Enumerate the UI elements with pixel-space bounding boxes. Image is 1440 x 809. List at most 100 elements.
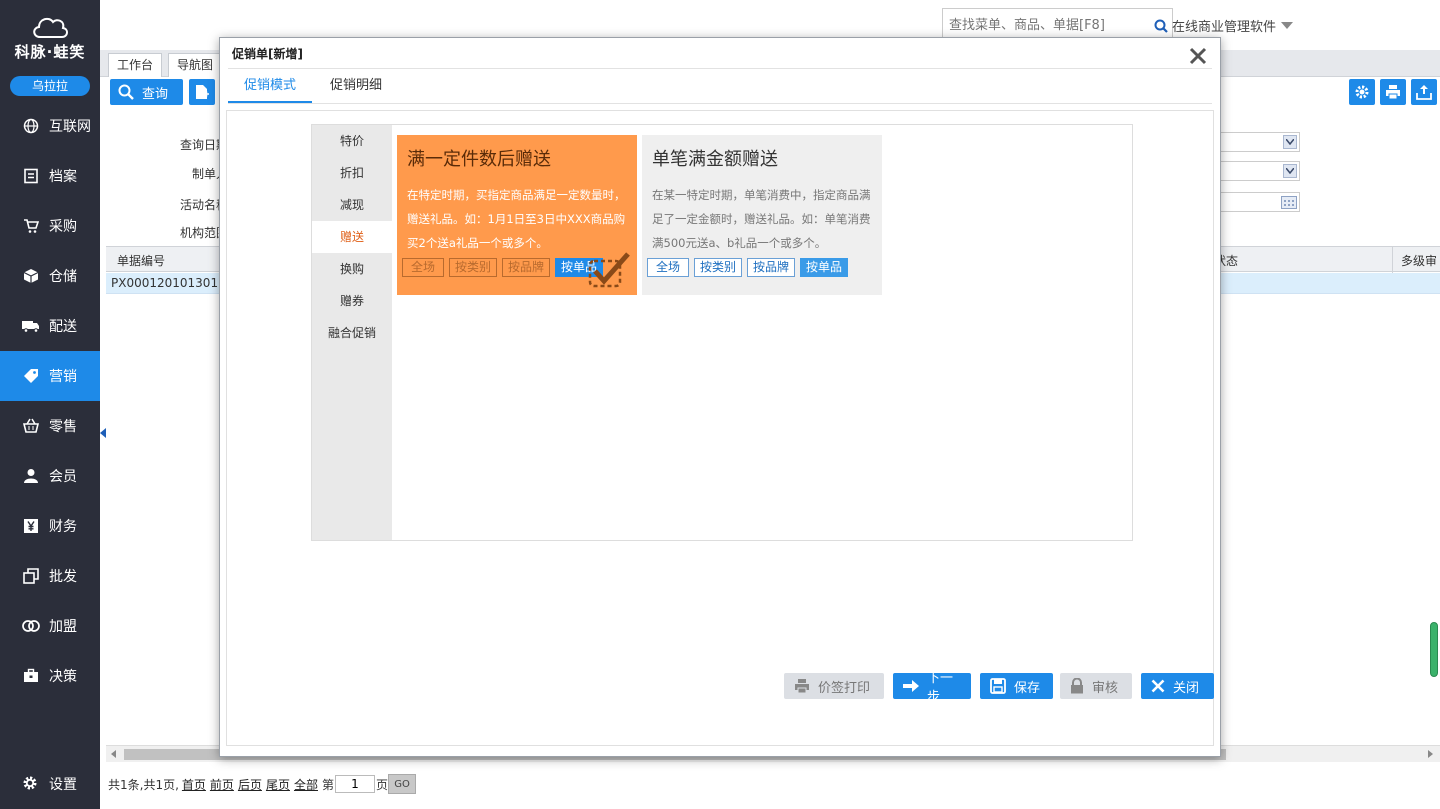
go-button[interactable]: GO (388, 774, 417, 794)
arrow-right-icon (903, 679, 919, 693)
checkmark-icon (588, 252, 630, 288)
pager-page-label: 第 (321, 777, 334, 792)
nav-item-member[interactable]: 会员 (0, 451, 100, 501)
vertical-scrollbar[interactable] (1430, 622, 1438, 677)
filter-select-1[interactable] (1218, 132, 1300, 152)
pager-next[interactable]: 后页 (238, 776, 262, 793)
chevron-down-icon (1281, 22, 1294, 29)
scroll-left-icon[interactable] (111, 750, 116, 758)
page-tab-navigation[interactable]: 导航图 (168, 53, 223, 77)
save-label: 保存 (1014, 680, 1041, 696)
card-quantity-gift[interactable]: 满一定件数后赠送 在特定时期，买指定商品满足一定数量时，赠送礼品。如：1月1日至… (397, 135, 637, 295)
logo: 科脉·蛙笑 (0, 0, 100, 72)
filter-date-picker[interactable] (1218, 192, 1300, 212)
close-icon[interactable] (1188, 46, 1208, 66)
tag-single-item[interactable]: 按单品 (800, 258, 849, 277)
mode-item-exchange[interactable]: 换购 (312, 253, 392, 285)
add-file-icon (196, 85, 209, 99)
cloud-icon (33, 17, 68, 38)
tab-promotion-detail[interactable]: 促销明细 (314, 69, 398, 103)
nav-item-purchase[interactable]: 采购 (0, 201, 100, 251)
query-button[interactable]: 查询 (110, 79, 183, 105)
pager-first[interactable]: 首页 (182, 776, 206, 793)
nav-item-settings[interactable]: 设置 (0, 759, 100, 809)
dialog-title: 促销单[新增] (232, 47, 303, 61)
nav-item-retail[interactable]: 零售 (0, 401, 100, 451)
card-amount-gift[interactable]: 单笔满金额赠送 在某一特定时期，单笔消费中，指定商品满足了一定金额时，赠送礼品。… (642, 135, 882, 295)
tag-brand[interactable]: 按品牌 (502, 258, 551, 277)
tag-brand[interactable]: 按品牌 (747, 258, 796, 277)
pager-page-suffix: 页 (376, 777, 389, 792)
pager-all[interactable]: 全部 (294, 776, 318, 793)
nav-item-storage[interactable]: 仓储 (0, 251, 100, 301)
nav-item-internet[interactable]: 互联网 (0, 101, 100, 151)
printer-icon (1386, 85, 1400, 100)
mode-item-special-price[interactable]: 特价 (312, 125, 392, 157)
gear-icon (22, 775, 40, 793)
close-icon (1151, 679, 1165, 693)
nav-label: 零售 (49, 419, 77, 435)
pager-last[interactable]: 尾页 (266, 776, 290, 793)
settings-button[interactable] (1349, 79, 1375, 105)
save-button[interactable]: 保存 (980, 673, 1053, 699)
nav-label: 档案 (49, 169, 77, 185)
new-document-button[interactable] (189, 79, 215, 105)
tag-all[interactable]: 全场 (647, 258, 689, 277)
page-tab-workbench[interactable]: 工作台 (108, 53, 163, 77)
tag-category[interactable]: 按类别 (694, 258, 743, 277)
filter-select-2[interactable] (1218, 161, 1300, 181)
query-label: 查询 (142, 86, 169, 102)
nav-menu: 互联网 档案 采购 仓储 配送 营销 零售 会员 财务 批发 加盟 决策 (0, 101, 100, 701)
tag-category[interactable]: 按类别 (449, 258, 498, 277)
nav-label: 仓储 (49, 269, 77, 285)
search-icon[interactable] (1154, 19, 1168, 36)
tag-icon (22, 367, 40, 385)
settings-label: 设置 (49, 777, 77, 793)
tag-all[interactable]: 全场 (402, 258, 444, 277)
sidebar: 科脉·蛙笑 乌拉拉 互联网 档案 采购 仓储 配送 营销 零售 会员 财务 批发… (0, 0, 100, 809)
grid-header-multi-audit[interactable]: 多级审 (1401, 252, 1437, 269)
mode-item-combined[interactable]: 融合促销 (312, 317, 392, 349)
nav-item-delivery[interactable]: 配送 (0, 301, 100, 351)
price-label-print-button[interactable]: 价签打印 (784, 673, 884, 699)
mode-item-discount[interactable]: 折扣 (312, 157, 392, 189)
rings-icon (22, 617, 40, 635)
print-button[interactable] (1380, 79, 1406, 105)
pager-prev[interactable]: 前页 (210, 776, 234, 793)
pager: 共1条,共1页, 首页 前页 后页 尾页 全部 第 页 GO (108, 774, 417, 794)
next-step-button[interactable]: 下一步 (893, 671, 971, 705)
user-badge[interactable]: 乌拉拉 (10, 76, 90, 96)
box-icon (22, 267, 40, 285)
column-divider[interactable] (1392, 247, 1393, 273)
lock-icon (1070, 678, 1084, 694)
chevron-left-icon (100, 428, 106, 438)
mode-list: 特价 折扣 减现 赠送 换购 赠券 融合促销 (312, 125, 392, 540)
scroll-right-icon[interactable] (1428, 750, 1433, 758)
nav-item-archive[interactable]: 档案 (0, 151, 100, 201)
nav-label: 财务 (49, 519, 77, 535)
mode-item-gift[interactable]: 赠送 (312, 221, 392, 253)
app-title[interactable]: 在线商业管理软件 (1172, 16, 1294, 35)
search-icon (118, 84, 134, 100)
close-button[interactable]: 关闭 (1141, 673, 1214, 699)
nav-item-wholesale[interactable]: 批发 (0, 551, 100, 601)
grid-header-doc-no[interactable]: 单据编号 (117, 252, 165, 269)
nav-item-finance[interactable]: 财务 (0, 501, 100, 551)
close-label: 关闭 (1173, 680, 1200, 696)
calendar-icon[interactable] (1281, 195, 1297, 212)
card-description: 在某一特定时期，单笔消费中，指定商品满足了一定金额时，赠送礼品。如：单笔消费满5… (652, 188, 871, 250)
nav-item-franchise[interactable]: 加盟 (0, 601, 100, 651)
nav-label: 决策 (49, 669, 77, 685)
page-number-input[interactable] (335, 775, 375, 793)
collapse-toggle[interactable] (100, 420, 106, 446)
batch-icon (22, 567, 40, 585)
mode-item-cash-off[interactable]: 减现 (312, 189, 392, 221)
nav-item-marketing[interactable]: 营销 (0, 351, 100, 401)
chevron-down-icon (1283, 135, 1297, 149)
audit-button[interactable]: 审核 (1060, 673, 1132, 699)
mode-item-coupon[interactable]: 赠券 (312, 285, 392, 317)
chevron-down-icon (1283, 164, 1297, 178)
export-button[interactable] (1411, 79, 1437, 105)
nav-item-decision[interactable]: 决策 (0, 651, 100, 701)
tab-promotion-mode[interactable]: 促销模式 (228, 69, 313, 103)
